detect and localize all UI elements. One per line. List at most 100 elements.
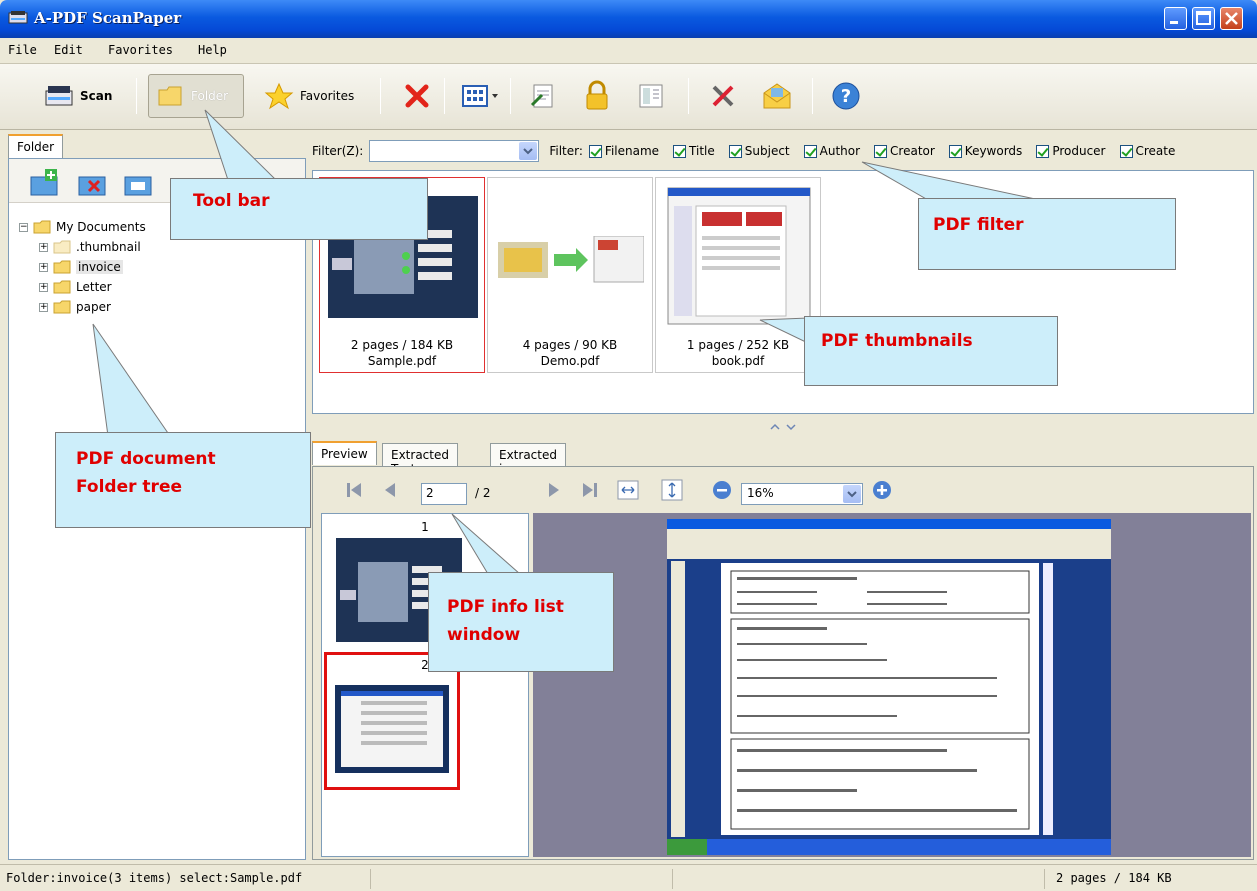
tree-item-paper[interactable]: + paper [39,297,111,317]
filter-checkbox-filename[interactable]: Filename [588,144,659,158]
view-mode-button[interactable] [452,74,508,118]
tree-item-invoice[interactable]: + invoice [39,257,123,277]
rename-folder-icon[interactable] [123,167,155,197]
checkbox-checked-icon[interactable] [673,144,687,158]
splitter-arrows-icon [770,423,796,431]
favorites-button[interactable]: Favorites [256,74,362,118]
tools-button[interactable] [700,74,746,118]
menu-help[interactable]: Help [198,43,227,57]
close-button[interactable] [1220,7,1243,30]
callout-pdf-thumbnails: PDF thumbnails [804,316,1058,386]
filter-checkbox-subject[interactable]: Subject [728,144,790,158]
status-divider [672,869,673,889]
pdf-page-preview [667,187,811,325]
maximize-button[interactable] [1192,7,1215,30]
new-folder-icon[interactable] [29,167,61,197]
filter-checkbox-create[interactable]: Create [1119,144,1175,158]
checkbox-checked-icon[interactable] [948,144,962,158]
help-button[interactable]: ? [822,74,870,118]
status-divider [370,869,371,889]
tree-item-my-documents[interactable]: − My Documents [19,217,146,237]
filter-checkbox-title[interactable]: Title [673,144,715,158]
zoom-select[interactable]: 16% [741,483,863,505]
fit-height-icon[interactable] [661,479,683,501]
thumbnail-pages: 2 pages / 184 KB [350,338,454,352]
tree-item-thumbnail[interactable]: + .thumbnail [39,237,141,257]
dropdown-arrow-icon[interactable] [519,142,538,160]
title-bar: A-PDF ScanPaper [0,0,1257,38]
thumbnail-filename: Sample.pdf [367,354,437,368]
page-number-input[interactable]: 2 [421,483,467,505]
checkbox-checked-icon[interactable] [874,144,888,158]
folder-button[interactable]: Folder [148,74,244,118]
folder-icon [158,86,182,106]
minimize-button[interactable] [1164,7,1187,30]
scanner-icon [45,86,73,106]
fit-width-icon[interactable] [617,479,639,501]
callout-info-list: PDF info list window [428,572,614,672]
first-page-icon[interactable] [343,479,365,501]
scan-button[interactable]: Scan [36,74,120,118]
checkbox-checked-icon[interactable] [728,144,742,158]
expand-icon[interactable]: + [39,242,48,252]
filter-checkbox-creator[interactable]: Creator [874,144,935,158]
toolbar-separator [444,78,445,114]
tab-preview[interactable]: Preview [312,441,377,465]
tree-item-label: invoice [76,260,123,274]
callout-folder-tree: PDF document Folder tree [55,432,311,528]
zoom-out-icon[interactable] [711,479,733,501]
tree-item-label: .thumbnail [76,240,141,254]
panel-splitter[interactable] [312,420,1254,438]
email-icon [763,83,791,109]
toolbar-separator [510,78,511,114]
tree-item-letter[interactable]: + Letter [39,277,112,297]
menu-favorites[interactable]: Favorites [108,43,173,57]
checkbox-checked-icon[interactable] [588,144,602,158]
folder-icon [53,280,71,294]
filter-checkbox-keywords[interactable]: Keywords [948,144,1022,158]
menu-file[interactable]: File [8,43,37,57]
expand-icon[interactable]: + [39,282,48,292]
document-edit-icon [530,84,553,108]
collapse-icon[interactable]: − [19,222,28,232]
thumbnail-demo[interactable]: 4 pages / 90 KB Demo.pdf [487,177,653,373]
tree-item-label: Letter [76,280,112,294]
tree-item-label: paper [76,300,111,314]
thumbnail-book[interactable]: 1 pages / 252 KB book.pdf [655,177,821,373]
tree-item-label: My Documents [56,220,146,234]
expand-icon[interactable]: + [39,262,48,272]
filter-checkbox-producer[interactable]: Producer [1036,144,1106,158]
filter-checkbox-author[interactable]: Author [803,144,860,158]
menu-edit[interactable]: Edit [54,43,83,57]
delete-button[interactable] [394,74,440,118]
checkbox-checked-icon[interactable] [1036,144,1050,158]
scan-label: Scan [80,89,113,103]
zoom-in-icon[interactable] [871,479,893,501]
email-button[interactable] [752,74,802,118]
delete-folder-icon[interactable] [77,167,109,197]
folder-icon [53,260,71,274]
previous-page-icon[interactable] [379,479,401,501]
window-title: A-PDF ScanPaper [34,9,182,27]
folder-label: Folder [191,89,229,103]
folder-icon [53,300,71,314]
security-button[interactable] [574,74,620,118]
layout-button[interactable] [628,74,674,118]
filter-bar: Filter(Z): Filter: Filename Title Subjec… [312,134,1257,168]
checkbox-checked-icon[interactable] [803,144,817,158]
tab-extracted-image[interactable]: Extracted image [490,443,566,476]
checkbox-checked-icon[interactable] [1119,144,1133,158]
thumbnail-pages: 4 pages / 90 KB [522,338,618,352]
expand-icon[interactable]: + [39,302,48,312]
filter-input[interactable] [369,140,540,162]
tab-extracted-text[interactable]: Extracted Text [382,443,458,476]
properties-button[interactable] [520,74,566,118]
page-viewer[interactable] [533,513,1251,857]
page-thumbnail-2[interactable] [324,652,460,790]
pdf-page-preview [335,685,449,773]
tab-folder[interactable]: Folder [8,134,64,158]
last-page-icon[interactable] [579,479,601,501]
next-page-icon[interactable] [543,479,565,501]
dropdown-arrow-icon[interactable] [843,485,861,503]
favorites-label: Favorites [300,89,355,103]
